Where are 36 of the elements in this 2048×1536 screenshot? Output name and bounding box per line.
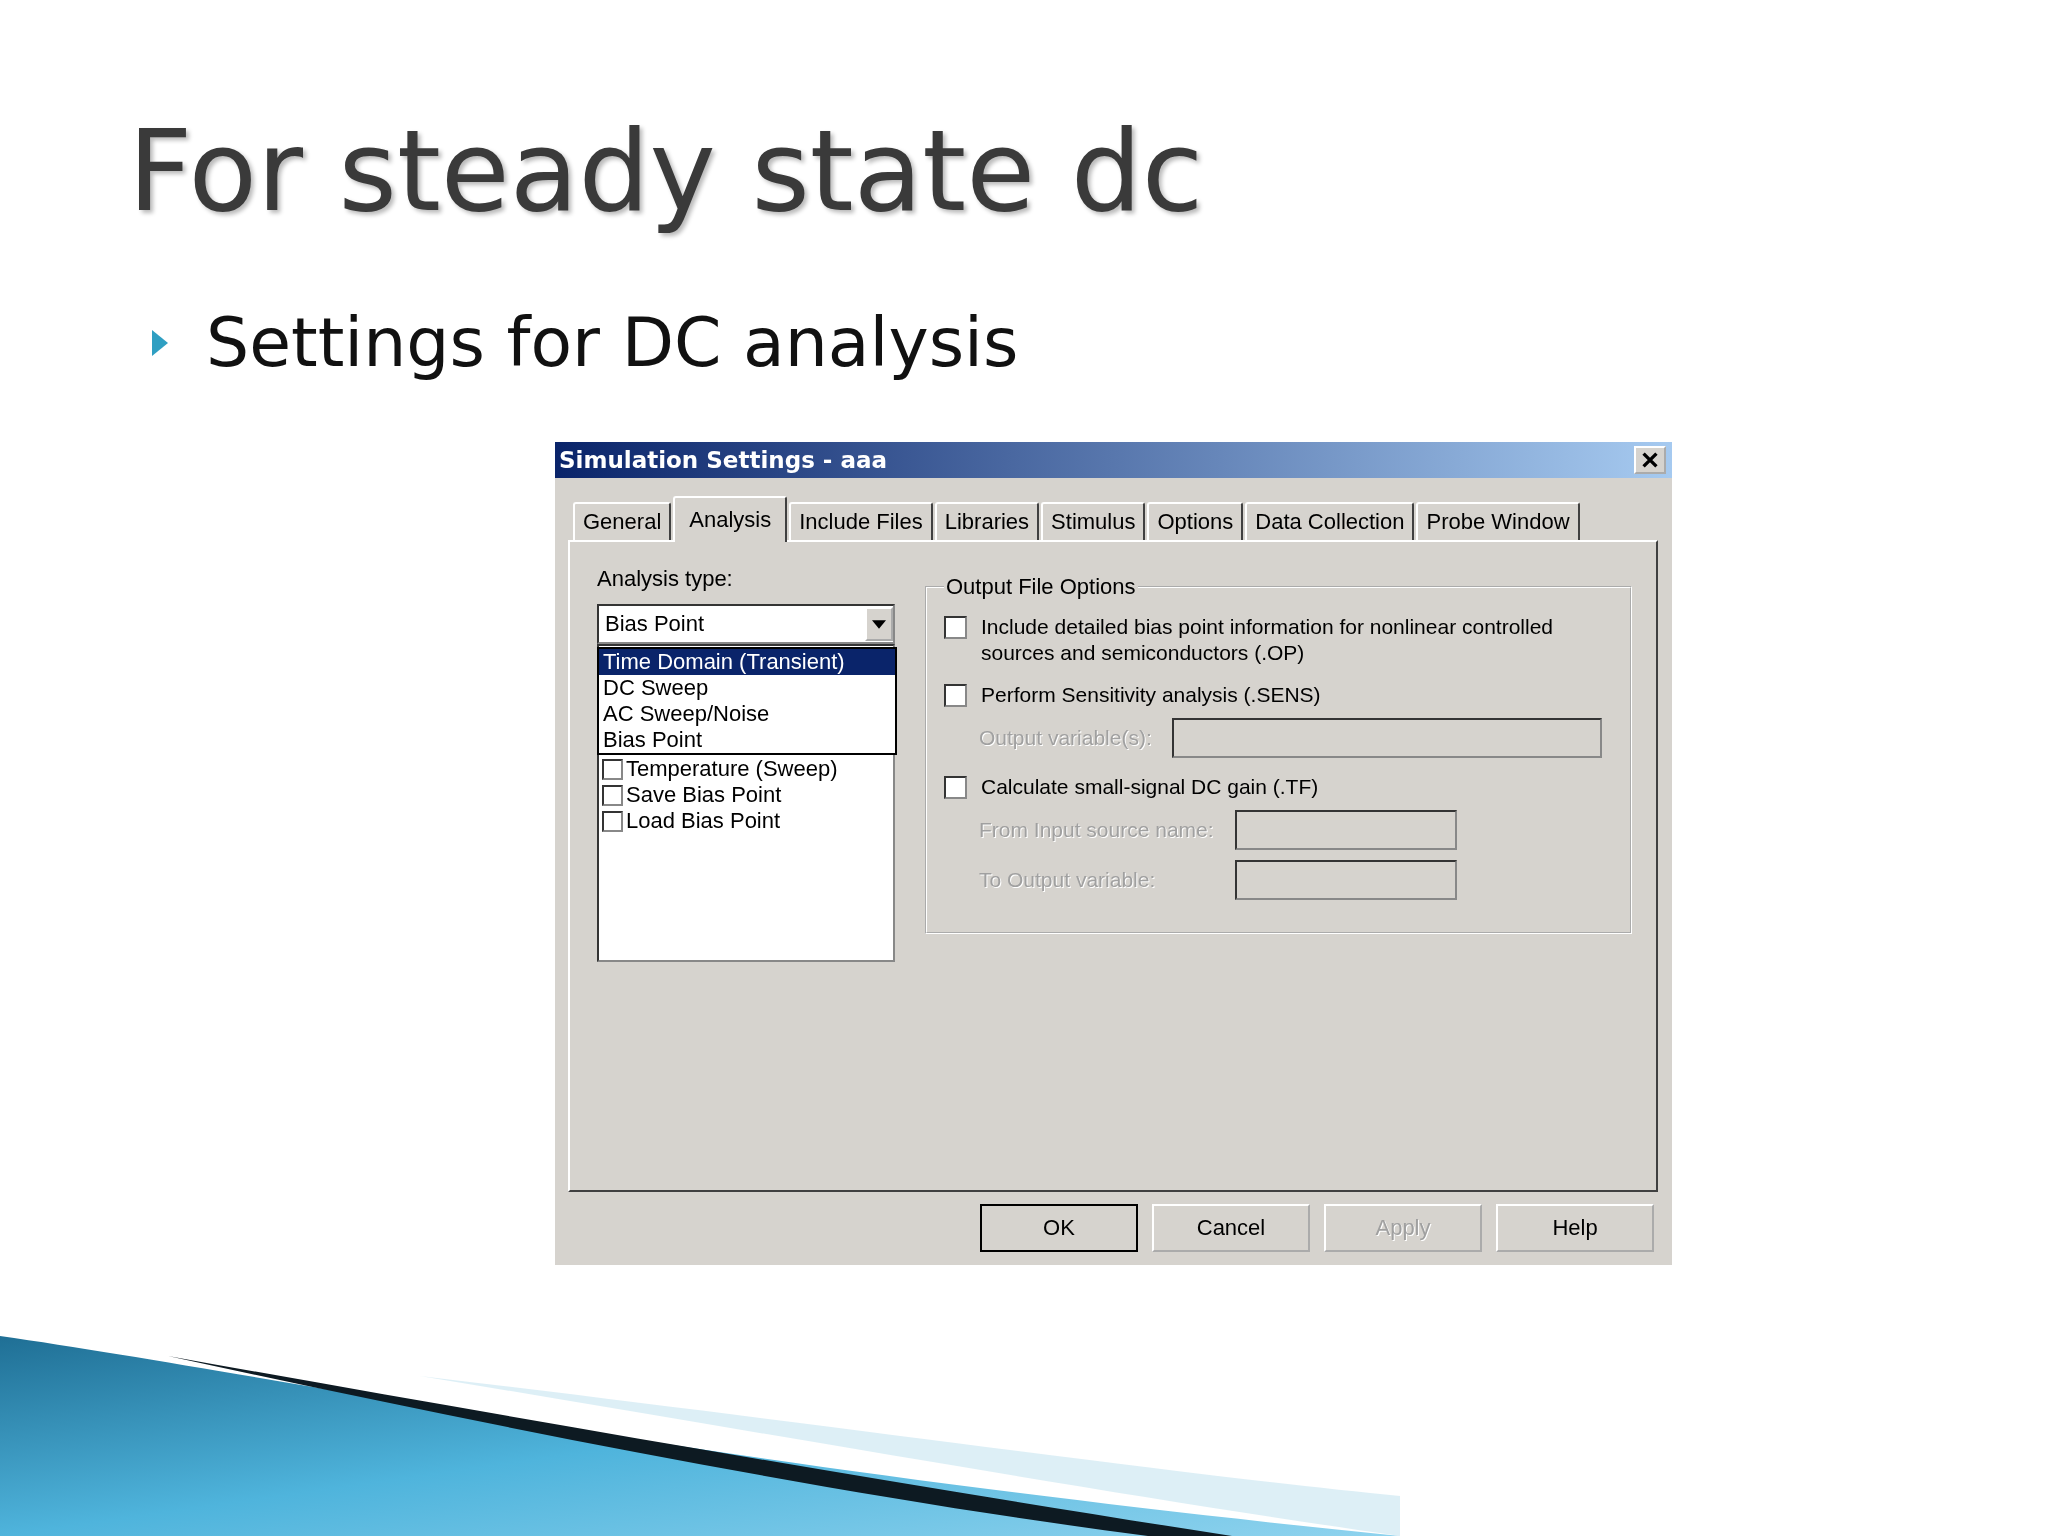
checkbox-label: Include detailed bias point information for nonlinear controlled sources and semiconductors (.OP) xyxy=(981,614,1555,667)
tab[interactable]: Analysis xyxy=(673,496,788,543)
tab[interactable]: Include Files xyxy=(789,502,933,541)
window-title: Simulation Settings - aaa xyxy=(559,447,887,474)
checkbox[interactable] xyxy=(602,758,623,780)
dropdown-option[interactable]: AC Sweep/Noise xyxy=(599,701,895,728)
group-title: Output File Options xyxy=(945,574,1137,601)
checkbox[interactable] xyxy=(944,776,967,800)
bullet-text: Settings for DC analysis xyxy=(206,303,1019,383)
tab[interactable]: General xyxy=(573,502,672,541)
dropdown-option[interactable]: Time Domain (Transient) xyxy=(599,649,895,676)
analysis-type-label: Analysis type: xyxy=(597,566,734,593)
dialog-button[interactable]: Cancel xyxy=(1152,1204,1310,1253)
checkbox[interactable] xyxy=(602,784,623,806)
dropdown-option[interactable]: Bias Point xyxy=(599,727,895,754)
checkbox[interactable] xyxy=(602,810,623,832)
tab[interactable]: Stimulus xyxy=(1041,502,1146,541)
tab[interactable]: Data Collection xyxy=(1245,502,1415,541)
tab[interactable]: Options xyxy=(1147,502,1244,541)
option-label: Temperature (Sweep) xyxy=(626,756,838,783)
dropdown-option[interactable]: DC Sweep xyxy=(599,675,895,702)
checkbox[interactable] xyxy=(944,616,967,640)
analysis-type-dropdown[interactable]: Bias Point xyxy=(597,604,895,645)
checkbox[interactable] xyxy=(944,684,967,708)
option-label: Save Bias Point xyxy=(626,782,782,809)
close-button[interactable] xyxy=(1634,446,1666,475)
option-label: Load Bias Point xyxy=(626,808,781,835)
triangle-bullet-icon xyxy=(150,327,170,358)
checkbox-label: Calculate small-signal DC gain (.TF) xyxy=(981,774,1319,801)
slide-title: For steady state dc xyxy=(127,105,1205,234)
checkbox-label: Perform Sensitivity analysis (.SENS) xyxy=(981,682,1321,709)
tab[interactable]: Probe Window xyxy=(1416,502,1580,541)
tab[interactable]: Libraries xyxy=(934,502,1040,541)
dialog-button[interactable]: Help xyxy=(1496,1204,1654,1253)
close-icon xyxy=(1641,451,1659,470)
dialog-button[interactable]: OK xyxy=(980,1204,1138,1253)
